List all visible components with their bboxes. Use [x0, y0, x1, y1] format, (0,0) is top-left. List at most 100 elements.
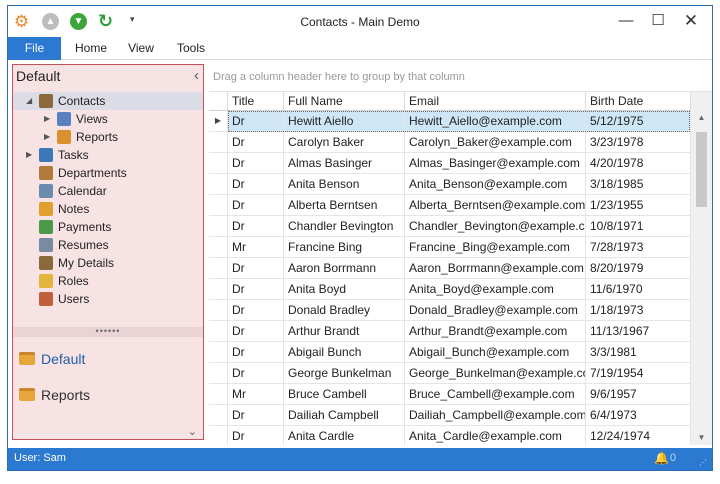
- table-row[interactable]: Dr Alberta Berntsen Alberta_Berntsen@examp…: [209, 195, 691, 216]
- tree-item-departments[interactable]: Departments: [13, 164, 203, 182]
- collapsed-arrow-icon[interactable]: ▶: [44, 128, 50, 146]
- table-row[interactable]: Dr George Bunkelman George_Bunkelman@examp…: [209, 363, 691, 384]
- cell-email[interactable]: George_Bunkelman@example.com: [405, 363, 586, 383]
- grid-vertical-scrollbar[interactable]: ▲ ▼: [691, 92, 712, 445]
- column-header-full-name[interactable]: Full Name: [284, 92, 405, 111]
- cell-full-name[interactable]: Alberta Berntsen: [284, 195, 405, 215]
- bell-icon[interactable]: 🔔: [654, 451, 669, 465]
- cell-birth-date[interactable]: 8/20/1979: [586, 258, 691, 278]
- row-indicator[interactable]: [209, 195, 228, 215]
- tree-item-views[interactable]: ▶ Views: [13, 110, 203, 128]
- cell-birth-date[interactable]: 4/20/1978: [586, 153, 691, 173]
- table-row[interactable]: Dr Aaron Borrmann Aaron_Borrmann@example.c…: [209, 258, 691, 279]
- column-header-title[interactable]: Title: [228, 92, 284, 111]
- cell-title[interactable]: Dr: [228, 279, 284, 299]
- table-row[interactable]: Dr Chandler Bevington Chandler_Bevington@e…: [209, 216, 691, 237]
- cell-email[interactable]: Arthur_Brandt@example.com: [405, 321, 586, 341]
- cell-email[interactable]: Aaron_Borrmann@example.com: [405, 258, 586, 278]
- collapsed-arrow-icon[interactable]: ▶: [26, 146, 32, 164]
- row-indicator[interactable]: [209, 153, 228, 173]
- table-row[interactable]: ▶ Dr Hewitt Aiello Hewitt_Aiello@example.co…: [209, 111, 691, 132]
- cell-title[interactable]: Dr: [228, 111, 284, 131]
- column-header-email[interactable]: Email: [405, 92, 586, 111]
- cell-title[interactable]: Dr: [228, 426, 284, 445]
- row-indicator[interactable]: [209, 258, 228, 278]
- cell-birth-date[interactable]: 11/13/1967: [586, 321, 691, 341]
- chevron-down-icon[interactable]: ⌄: [188, 425, 197, 438]
- row-indicator[interactable]: [209, 216, 228, 236]
- tree-item-my-details[interactable]: My Details: [13, 254, 203, 272]
- table-row[interactable]: Dr Arthur Brandt Arthur_Brandt@example.com…: [209, 321, 691, 342]
- cell-birth-date[interactable]: 11/6/1970: [586, 279, 691, 299]
- row-indicator[interactable]: [209, 405, 228, 425]
- cell-full-name[interactable]: Donald Bradley: [284, 300, 405, 320]
- close-button[interactable]: ✕: [681, 12, 701, 30]
- table-row[interactable]: Mr Bruce Cambell Bruce_Cambell@example.com…: [209, 384, 691, 405]
- minimize-button[interactable]: —: [616, 12, 636, 30]
- scroll-down-icon[interactable]: ▼: [691, 431, 712, 445]
- cell-email[interactable]: Anita_Boyd@example.com: [405, 279, 586, 299]
- tree-item-notes[interactable]: Notes: [13, 200, 203, 218]
- table-row[interactable]: Dr Anita Benson Anita_Benson@example.com 3/…: [209, 174, 691, 195]
- table-row[interactable]: Dr Anita Cardle Anita_Cardle@example.com 12…: [209, 426, 691, 445]
- cell-birth-date[interactable]: 3/23/1978: [586, 132, 691, 152]
- cell-birth-date[interactable]: 3/18/1985: [586, 174, 691, 194]
- cell-full-name[interactable]: Almas Basinger: [284, 153, 405, 173]
- cell-birth-date[interactable]: 3/3/1981: [586, 342, 691, 362]
- cell-email[interactable]: Donald_Bradley@example.com: [405, 300, 586, 320]
- cell-email[interactable]: Alberta_Berntsen@example.com: [405, 195, 586, 215]
- cell-birth-date[interactable]: 1/18/1973: [586, 300, 691, 320]
- tree-item-users[interactable]: Users: [13, 290, 203, 308]
- cell-full-name[interactable]: Aaron Borrmann: [284, 258, 405, 278]
- row-indicator[interactable]: [209, 426, 228, 445]
- cell-email[interactable]: Francine_Bing@example.com: [405, 237, 586, 257]
- group-by-panel[interactable]: Drag a column header here to group by th…: [209, 64, 712, 92]
- cell-birth-date[interactable]: 7/19/1954: [586, 363, 691, 383]
- tab-file[interactable]: File: [8, 37, 61, 60]
- cell-full-name[interactable]: Anita Boyd: [284, 279, 405, 299]
- cell-full-name[interactable]: Arthur Brandt: [284, 321, 405, 341]
- table-row[interactable]: Dr Anita Boyd Anita_Boyd@example.com 11/6/1…: [209, 279, 691, 300]
- cell-birth-date[interactable]: 9/6/1957: [586, 384, 691, 404]
- cell-email[interactable]: Carolyn_Baker@example.com: [405, 132, 586, 152]
- cell-full-name[interactable]: Abigail Bunch: [284, 342, 405, 362]
- cell-title[interactable]: Dr: [228, 132, 284, 152]
- cell-email[interactable]: Abigail_Bunch@example.com: [405, 342, 586, 362]
- table-row[interactable]: Dr Almas Basinger Almas_Basinger@example.c…: [209, 153, 691, 174]
- cell-email[interactable]: Almas_Basinger@example.com: [405, 153, 586, 173]
- tree-item-reports[interactable]: ▶ Reports: [13, 128, 203, 146]
- cell-title[interactable]: Dr: [228, 405, 284, 425]
- cell-full-name[interactable]: Anita Benson: [284, 174, 405, 194]
- cell-title[interactable]: Dr: [228, 216, 284, 236]
- tree-item-roles[interactable]: Roles: [13, 272, 203, 290]
- row-indicator[interactable]: [209, 132, 228, 152]
- cell-email[interactable]: Bruce_Cambell@example.com: [405, 384, 586, 404]
- cell-email[interactable]: Anita_Cardle@example.com: [405, 426, 586, 445]
- resize-grip-icon[interactable]: ⋰: [699, 458, 707, 467]
- cell-full-name[interactable]: Chandler Bevington: [284, 216, 405, 236]
- row-indicator[interactable]: [209, 384, 228, 404]
- cell-birth-date[interactable]: 6/4/1973: [586, 405, 691, 425]
- row-indicator[interactable]: [209, 174, 228, 194]
- row-indicator[interactable]: [209, 237, 228, 257]
- column-header-birth-date[interactable]: Birth Date: [586, 92, 691, 111]
- cell-email[interactable]: Dailiah_Campbell@example.com: [405, 405, 586, 425]
- tab-view[interactable]: View: [126, 37, 156, 60]
- cell-title[interactable]: Dr: [228, 321, 284, 341]
- row-indicator[interactable]: [209, 363, 228, 383]
- table-row[interactable]: Mr Francine Bing Francine_Bing@example.com…: [209, 237, 691, 258]
- nav-pane-splitter[interactable]: ••••••: [13, 327, 203, 337]
- row-indicator[interactable]: [209, 279, 228, 299]
- cell-full-name[interactable]: Dailiah Campbell: [284, 405, 405, 425]
- tab-tools[interactable]: Tools: [174, 37, 208, 60]
- cell-title[interactable]: Dr: [228, 174, 284, 194]
- cell-full-name[interactable]: Hewitt Aiello: [284, 111, 405, 131]
- expanded-arrow-icon[interactable]: ◢: [26, 92, 32, 110]
- collapse-pane-icon[interactable]: ‹: [194, 67, 199, 84]
- row-indicator[interactable]: [209, 300, 228, 320]
- cell-title[interactable]: Dr: [228, 258, 284, 278]
- cell-title[interactable]: Dr: [228, 300, 284, 320]
- cell-birth-date[interactable]: 5/12/1975: [586, 111, 691, 131]
- scroll-up-icon[interactable]: ▲: [691, 111, 712, 125]
- tab-home[interactable]: Home: [72, 37, 110, 60]
